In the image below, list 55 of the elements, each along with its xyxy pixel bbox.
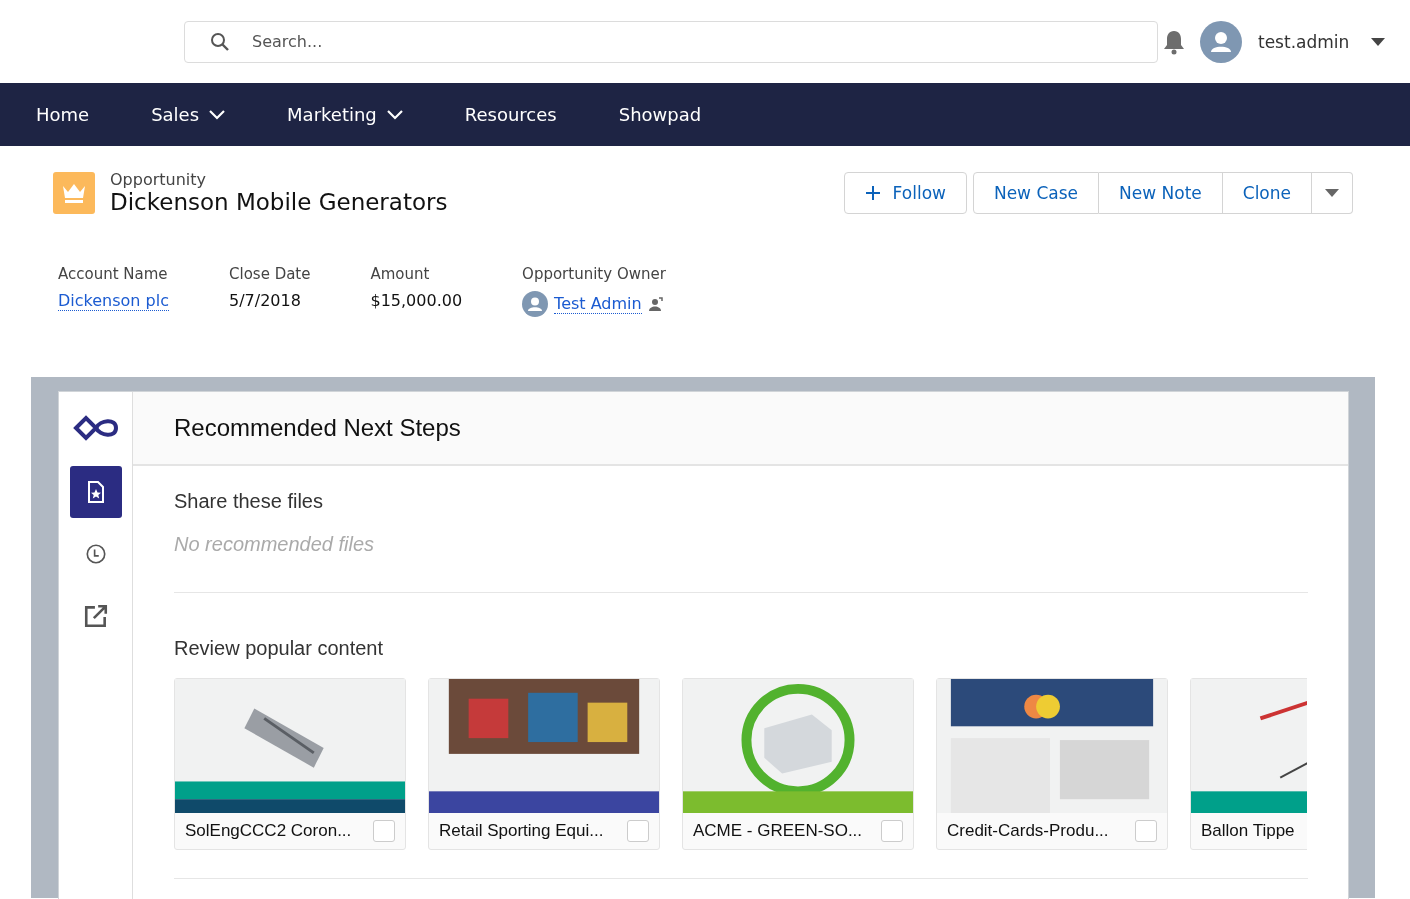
field-label: Opportunity Owner	[522, 265, 666, 283]
nav-tab[interactable]: Showpad	[600, 83, 720, 146]
account-link[interactable]: Dickenson plc	[58, 291, 169, 311]
chevron-icon	[209, 109, 226, 120]
plus-icon	[864, 184, 881, 201]
file-name: Ballon Tippe	[1201, 821, 1296, 841]
search-icon	[210, 31, 230, 52]
field-value: 5/7/2018	[229, 291, 301, 310]
more-actions-button[interactable]	[1312, 171, 1353, 214]
crown-icon	[53, 171, 95, 214]
field-label: Account Name	[58, 265, 169, 283]
action-button[interactable]: New Note	[1099, 171, 1223, 214]
checkbox[interactable]	[881, 820, 903, 842]
nav-tab[interactable]: Sales	[133, 83, 244, 146]
empty-message: No recommended files	[174, 533, 376, 556]
file-name: SolEngCCC2 Coron...	[185, 821, 353, 841]
panel-title: Recommended Next Steps	[174, 414, 461, 442]
file-card[interactable]: Credit-Cards-Produ...	[936, 678, 1168, 850]
avatar-icon	[522, 291, 549, 317]
owner-link[interactable]: Test Admin	[554, 294, 642, 314]
bell-icon[interactable]	[1162, 28, 1186, 55]
change-owner-icon[interactable]	[647, 296, 664, 312]
caret-icon	[1325, 188, 1339, 197]
field-label: Amount	[370, 265, 431, 283]
follow-button[interactable]: Follow	[843, 171, 967, 214]
nav-tab[interactable]: Marketing	[269, 83, 421, 146]
clock-icon	[84, 543, 107, 565]
user-name[interactable]: test.admin	[1258, 31, 1350, 52]
avatar-icon[interactable]	[1200, 20, 1242, 63]
search-field[interactable]: Search...	[184, 20, 1158, 63]
file-name: Credit-Cards-Produ...	[947, 821, 1110, 841]
recommended-files-tab[interactable]	[69, 466, 122, 518]
logo-icon	[71, 414, 120, 442]
file-card[interactable]: Ballon Tippe	[1190, 678, 1307, 850]
field-value: $15,000.00	[370, 291, 463, 310]
record-title: Dickenson Mobile Generators	[110, 189, 448, 215]
record-type: Opportunity	[110, 170, 207, 189]
section-heading: Review popular content	[174, 637, 384, 660]
action-button[interactable]: New Case	[972, 171, 1100, 214]
file-name: Retail Sporting Equi...	[439, 821, 605, 841]
chevron-icon	[386, 109, 403, 120]
field-label: Close Date	[229, 265, 311, 283]
checkbox[interactable]	[373, 820, 395, 842]
file-card[interactable]: Retail Sporting Equi...	[428, 678, 660, 850]
checkbox[interactable]	[1135, 820, 1157, 842]
nav-tab[interactable]: Resources	[446, 83, 575, 146]
external-link-icon	[82, 603, 109, 629]
file-name: ACME - GREEN-SO...	[693, 821, 864, 841]
caret-icon[interactable]	[1371, 37, 1386, 46]
file-card[interactable]: SolEngCCC2 Coron...	[174, 678, 406, 850]
checkbox[interactable]	[627, 820, 649, 842]
file-card[interactable]: ACME - GREEN-SO...	[682, 678, 914, 850]
nav-tab[interactable]: Home	[18, 83, 108, 146]
section-heading: Share these files	[174, 490, 324, 513]
action-button[interactable]: Clone	[1222, 171, 1312, 214]
